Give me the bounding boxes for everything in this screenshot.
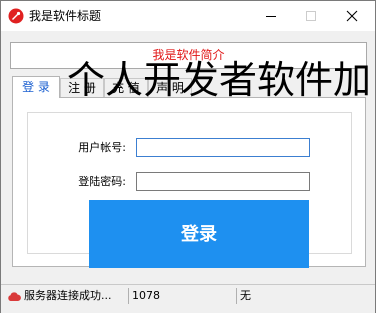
status-divider xyxy=(128,288,129,304)
login-panel: 用户帐号: 登陆密码: 登录 xyxy=(12,97,366,268)
close-button[interactable] xyxy=(332,1,372,31)
minimize-icon xyxy=(266,16,276,17)
status-connection: 服务器连接成功... xyxy=(7,285,125,307)
maximize-icon xyxy=(306,11,316,21)
account-input[interactable] xyxy=(136,138,310,157)
login-button-label: 登录 xyxy=(181,224,217,245)
maximize-button xyxy=(291,1,331,31)
password-label: 登陆密码: xyxy=(78,175,126,188)
tab-login[interactable]: 登 录 xyxy=(12,76,60,98)
status-bar: 服务器连接成功... 1078 无 xyxy=(1,284,375,313)
login-form: 用户帐号: 登陆密码: 登录 xyxy=(27,112,352,268)
app-window: 我是软件标题 我是软件简介 登 录 注 册 充 值 声 明 个人开发者软件加 用… xyxy=(0,0,376,313)
login-button[interactable]: 登录 xyxy=(89,200,309,268)
app-logo-icon xyxy=(8,8,24,24)
title-bar[interactable]: 我是软件标题 xyxy=(1,1,375,31)
window-title: 我是软件标题 xyxy=(29,9,102,23)
overlay-text: 个人开发者软件加 xyxy=(67,58,372,102)
password-input[interactable] xyxy=(136,172,310,191)
status-value: 1078 xyxy=(132,289,160,302)
cloud-icon xyxy=(8,291,21,301)
status-divider xyxy=(236,288,237,304)
close-icon xyxy=(346,10,358,22)
account-label: 用户帐号: xyxy=(78,141,126,154)
minimize-button[interactable] xyxy=(251,1,291,31)
status-extra: 无 xyxy=(240,289,251,302)
status-text: 服务器连接成功... xyxy=(24,289,112,302)
